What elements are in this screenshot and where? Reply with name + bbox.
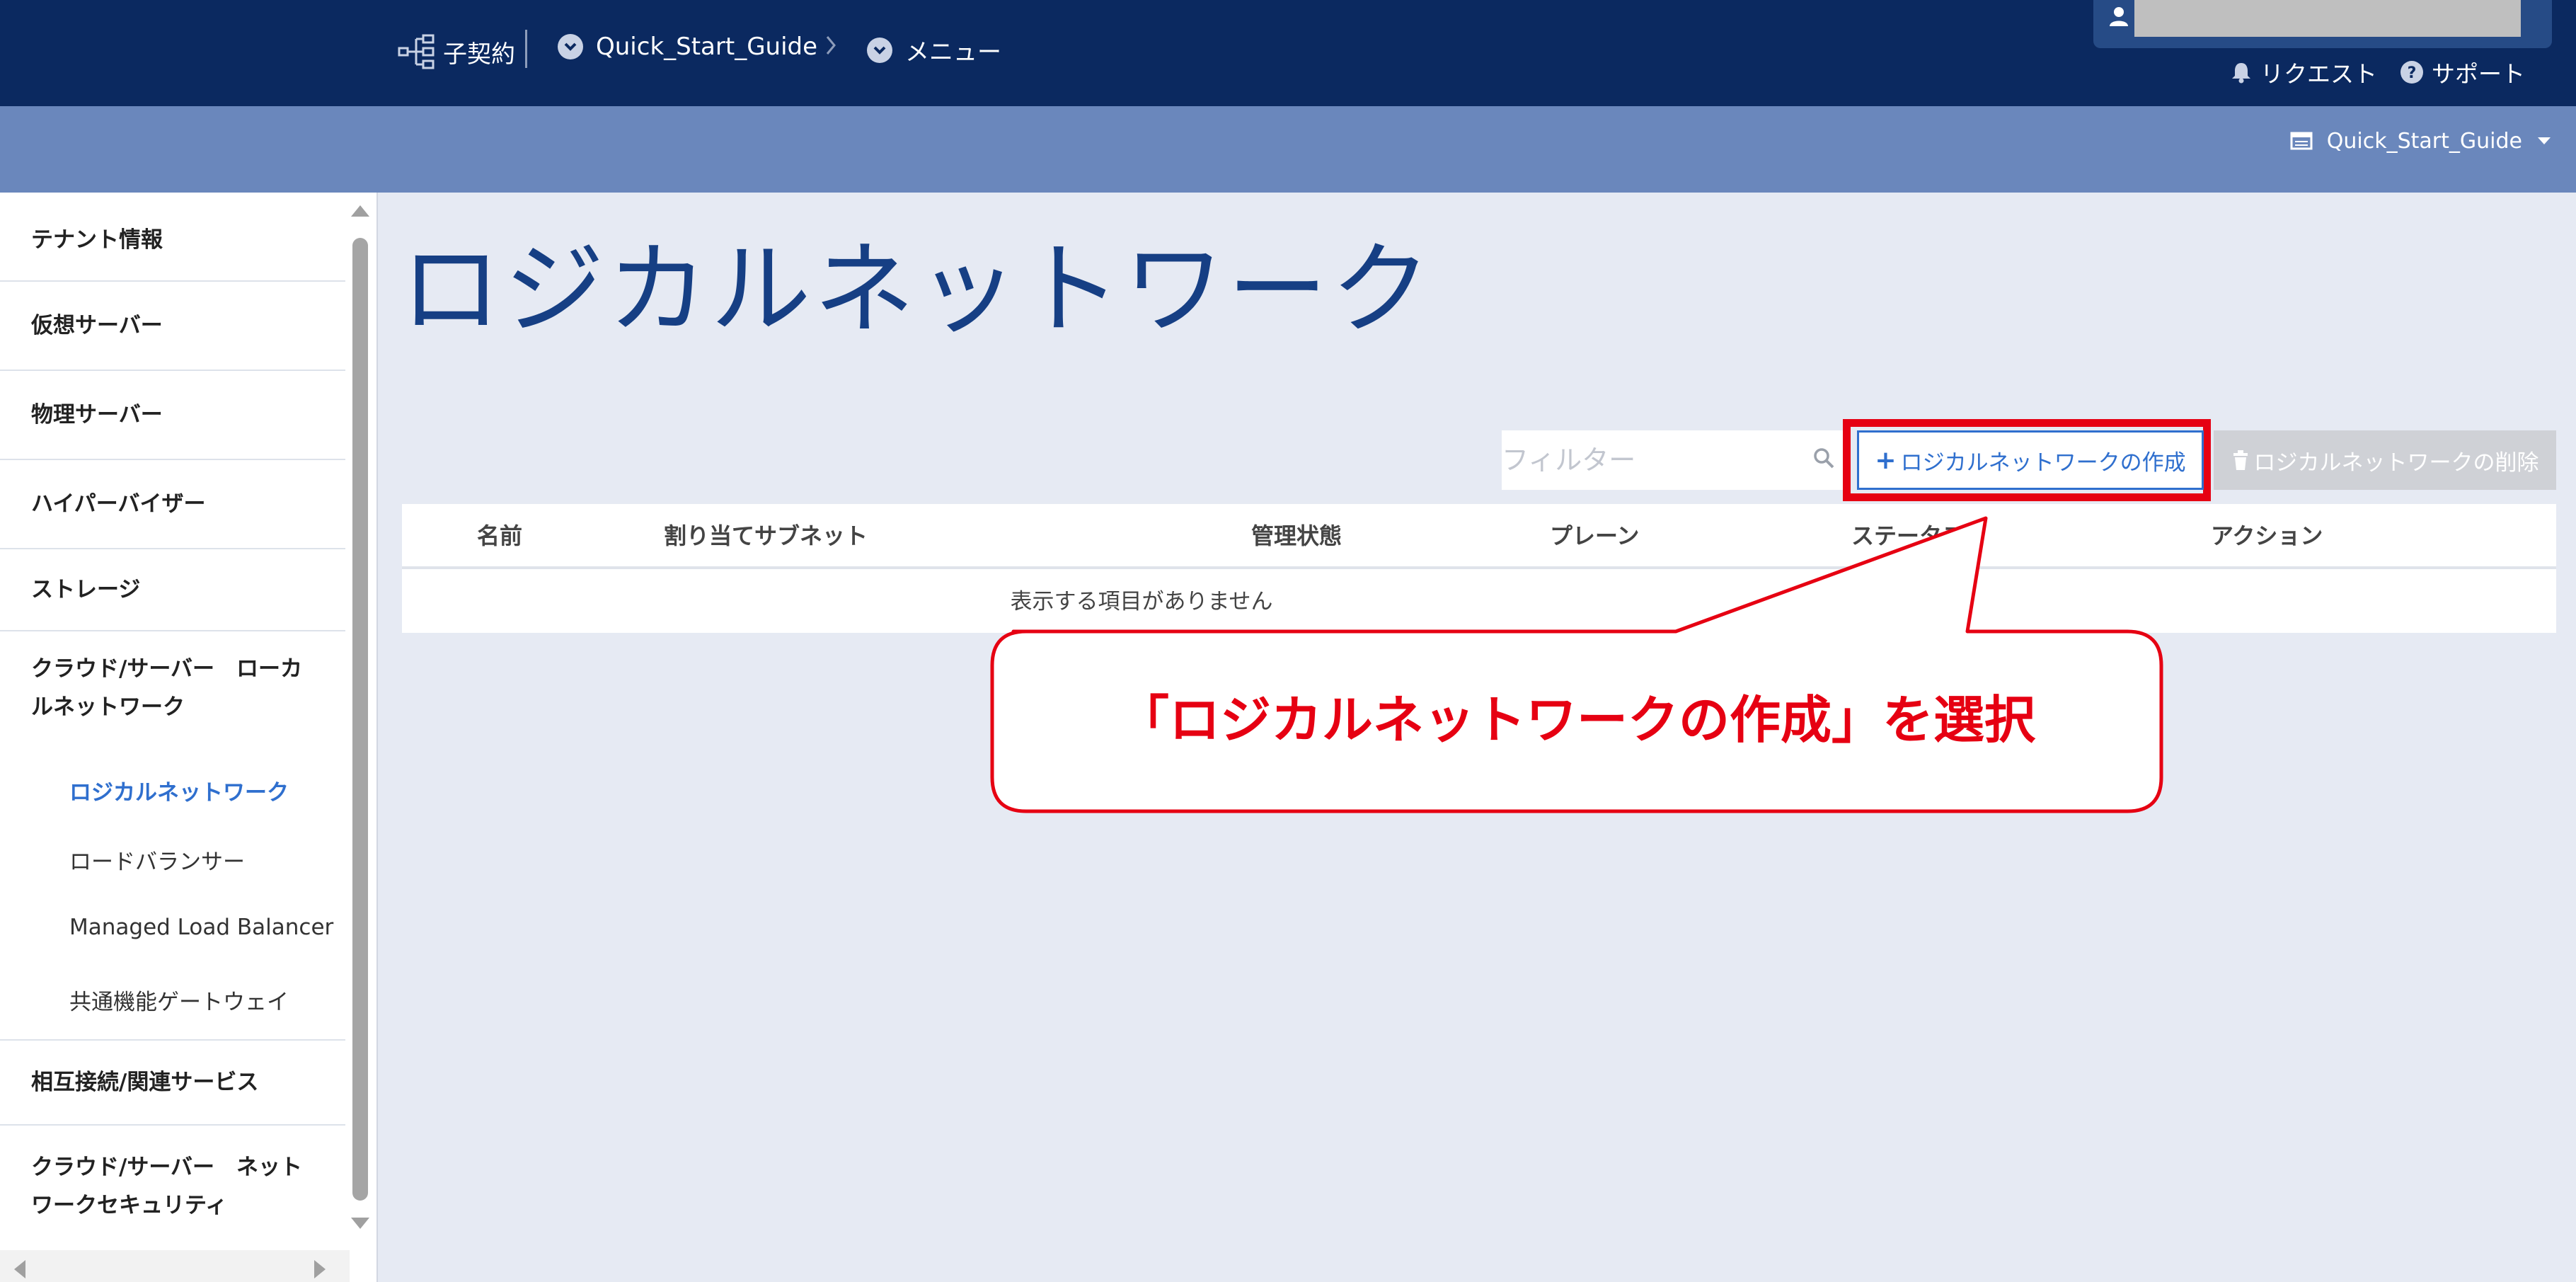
- plus-icon: +: [1875, 445, 1897, 475]
- request-label: リクエスト: [2260, 60, 2377, 88]
- search-icon: [1814, 448, 1834, 469]
- breadcrumb-project[interactable]: Quick_Start_Guide: [558, 33, 817, 61]
- user-name-redacted: [2134, 0, 2521, 37]
- sidebar-item-label: ストレージ: [31, 577, 141, 602]
- table-header-divider: [402, 566, 2556, 569]
- user-icon: [2110, 7, 2128, 26]
- breadcrumb-menu[interactable]: メニュー: [867, 33, 1001, 67]
- scroll-right-arrow[interactable]: [314, 1260, 326, 1278]
- sidebar-item-label-line2: ルネットワーク: [31, 694, 185, 720]
- sidebar: テナント情報 仮想サーバー 物理サーバー ハイパーバイザー ストレージ クラウド…: [0, 193, 378, 1282]
- sidebar-item-storage[interactable]: ストレージ: [0, 549, 345, 631]
- sidebar-subitem-common-gateway[interactable]: 共通機能ゲートウェイ: [69, 984, 289, 1016]
- window-icon: [2290, 132, 2313, 150]
- svg-text:?: ?: [2408, 64, 2417, 82]
- menu-label: メニュー: [905, 38, 1001, 67]
- sidebar-item-label: テナント情報: [31, 227, 163, 253]
- column-header-name[interactable]: 名前: [477, 518, 522, 551]
- sidebar-item-label: クラウド/サーバー ローカ: [31, 656, 303, 682]
- scroll-up-arrow[interactable]: [351, 205, 369, 217]
- tenant-bar: Quick_Start_Guide: [0, 106, 2576, 193]
- sidebar-item-label: ハイパーバイザー: [31, 491, 206, 517]
- breadcrumb-contract[interactable]: 子契約: [398, 33, 515, 71]
- tenant-label: Quick_Start_Guide: [2326, 128, 2522, 154]
- create-button-label: ロジカルネットワークの作成: [1900, 450, 2186, 476]
- page-title: ロジカルネットワーク: [401, 231, 1434, 348]
- tenant-selector[interactable]: Quick_Start_Guide: [2290, 125, 2552, 157]
- chevron-down-icon: [558, 34, 583, 59]
- sidebar-subitem-load-balancer[interactable]: ロードバランサー: [69, 844, 245, 876]
- sidebar-subitem-managed-load-balancer[interactable]: Managed Load Balancer: [69, 915, 333, 940]
- column-header-subnet[interactable]: 割り当てサブネット: [664, 518, 868, 551]
- user-menu[interactable]: [2093, 0, 2552, 48]
- sidebar-subitem-logical-network[interactable]: ロジカルネットワーク: [69, 774, 289, 806]
- vertical-scrollbar-thumb[interactable]: [352, 238, 368, 1201]
- sidebar-item-hypervisor[interactable]: ハイパーバイザー: [0, 460, 345, 549]
- sidebar-item-tenant-info[interactable]: テナント情報: [0, 200, 345, 282]
- callout-text: 「ロジカルネットワークの作成」を選択: [1117, 690, 2035, 750]
- column-header-action: アクション: [2211, 522, 2323, 549]
- contract-label: 子契約: [443, 40, 515, 69]
- bell-icon: [2232, 63, 2250, 84]
- sidebar-item-network-security[interactable]: クラウド/サーバー ネット ワークセキュリティ: [31, 1148, 302, 1225]
- scroll-left-arrow[interactable]: [14, 1260, 25, 1278]
- breadcrumb-divider: [525, 30, 527, 68]
- delete-logical-network-button[interactable]: ロジカルネットワークの削除: [2214, 430, 2556, 490]
- column-header-plane[interactable]: プレーン: [1550, 518, 1639, 551]
- support-link[interactable]: ? サポート: [2399, 55, 2525, 89]
- logical-network-table: 名前 割り当てサブネット 管理状態 プレーン ステータス アクション 表示する項…: [402, 504, 2556, 633]
- sidebar-item-label-line2: ワークセキュリティ: [31, 1193, 228, 1218]
- delete-button-label: ロジカルネットワークの削除: [2253, 450, 2539, 476]
- sidebar-item-virtual-server[interactable]: 仮想サーバー: [0, 282, 345, 371]
- chevron-down-icon: [867, 37, 892, 63]
- horizontal-scrollbar[interactable]: [0, 1250, 350, 1282]
- column-header-admin-state[interactable]: 管理状態: [1251, 518, 1342, 551]
- sidebar-group-local-network: [0, 631, 345, 632]
- sidebar-item-label: 物理サーバー: [31, 402, 163, 428]
- create-logical-network-button[interactable]: + ロジカルネットワークの作成: [1857, 430, 2204, 490]
- filter-input[interactable]: [1502, 430, 1844, 490]
- sidebar-item-local-network[interactable]: クラウド/サーバー ローカ ルネットワーク: [31, 650, 302, 726]
- project-label: Quick_Start_Guide: [596, 33, 818, 61]
- sidebar-item-label: クラウド/サーバー ネット: [31, 1155, 303, 1180]
- sidebar-item-label: 相互接続/関連サービス: [31, 1070, 259, 1095]
- scroll-down-arrow[interactable]: [351, 1218, 369, 1229]
- empty-table-message: 表示する項目がありません: [1010, 589, 1273, 614]
- trash-icon: [2233, 450, 2248, 470]
- breadcrumb-arrow-icon: [824, 33, 839, 64]
- support-label: サポート: [2432, 60, 2525, 88]
- caret-down-icon: [2538, 137, 2551, 144]
- sidebar-item-interconnect[interactable]: 相互接続/関連サービス: [0, 1041, 345, 1126]
- top-navigation-bar: 子契約 Quick_Start_Guide メニュー リクエスト ? サポート: [0, 0, 2576, 106]
- hierarchy-icon: [398, 34, 435, 69]
- help-icon: ?: [2400, 61, 2423, 84]
- sidebar-item-physical-server[interactable]: 物理サーバー: [0, 371, 345, 460]
- sidebar-item-label: 仮想サーバー: [31, 313, 163, 338]
- request-link[interactable]: リクエスト: [2229, 55, 2377, 89]
- column-header-status[interactable]: ステータス: [1851, 518, 1965, 551]
